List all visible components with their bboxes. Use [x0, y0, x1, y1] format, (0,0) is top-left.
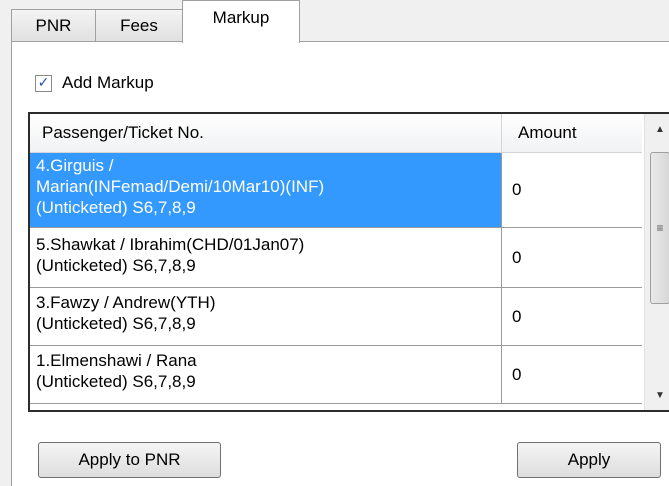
passenger-cell[interactable]: 4.Girguis / Marian(INFemad/Demi/10Mar10)… — [30, 153, 502, 227]
table-row[interactable]: 3.Fawzy / Andrew(YTH) (Unticketed) S6,7,… — [30, 288, 642, 346]
amount-cell[interactable]: 0 — [502, 346, 642, 403]
add-markup-checkbox[interactable]: ✓ — [35, 74, 52, 92]
markup-panel: ✓ Add Markup Passenger/Ticket No. Amount… — [11, 41, 669, 486]
table-row[interactable]: 5.Shawkat / Ibrahim(CHD/01Jan07) (Untick… — [30, 228, 642, 288]
passenger-cell[interactable]: 1.Elmenshawi / Rana (Unticketed) S6,7,8,… — [30, 346, 502, 403]
apply-button[interactable]: Apply — [517, 442, 661, 478]
scroll-up-icon[interactable]: ▲ — [645, 114, 669, 144]
amount-cell[interactable]: 0 — [502, 153, 642, 227]
passenger-cell[interactable]: 3.Fawzy / Andrew(YTH) (Unticketed) S6,7,… — [30, 288, 502, 345]
add-markup-label[interactable]: Add Markup — [62, 73, 154, 93]
amount-cell[interactable]: 0 — [502, 288, 642, 345]
apply-to-pnr-button[interactable]: Apply to PNR — [38, 442, 221, 478]
tab-fees[interactable]: Fees — [95, 9, 183, 42]
add-markup-row: ✓ Add Markup — [35, 73, 154, 93]
grid-header: Passenger/Ticket No. Amount — [30, 114, 642, 153]
tab-strip: PNR Fees Markup — [11, 0, 669, 43]
column-header-amount[interactable]: Amount — [502, 114, 642, 152]
amount-cell[interactable]: 0 — [502, 228, 642, 287]
grid-scrollbar[interactable]: ▲ ≡ ▼ — [644, 114, 669, 410]
tab-pnr[interactable]: PNR — [11, 9, 96, 42]
tab-markup[interactable]: Markup — [182, 0, 300, 43]
table-row[interactable]: 1.Elmenshawi / Rana (Unticketed) S6,7,8,… — [30, 346, 642, 404]
scroll-thumb[interactable]: ≡ — [650, 152, 669, 304]
column-header-passenger[interactable]: Passenger/Ticket No. — [30, 114, 502, 152]
table-row[interactable]: 4.Girguis / Marian(INFemad/Demi/10Mar10)… — [30, 153, 642, 228]
passenger-markup-grid: Passenger/Ticket No. Amount 4.Girguis / … — [28, 112, 669, 412]
passenger-cell[interactable]: 5.Shawkat / Ibrahim(CHD/01Jan07) (Untick… — [30, 228, 502, 287]
scroll-down-icon[interactable]: ▼ — [645, 380, 669, 410]
